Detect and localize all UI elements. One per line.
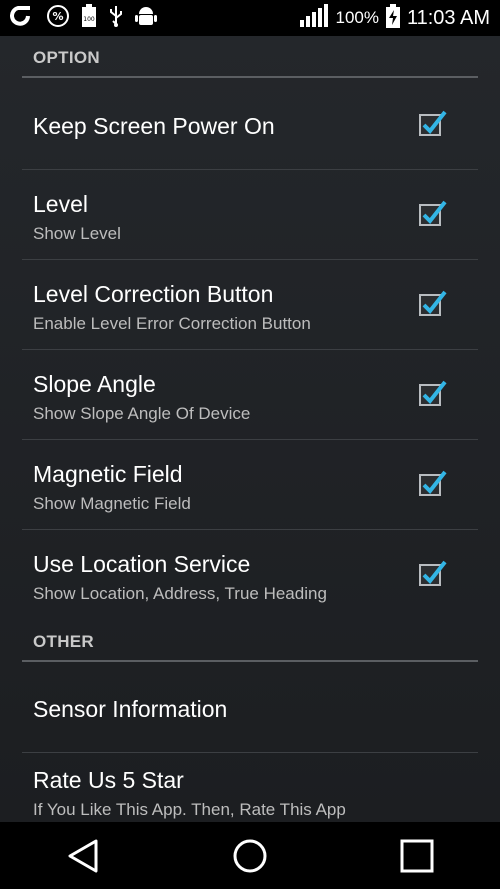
- check-icon: [422, 380, 447, 405]
- svg-text:%: %: [52, 10, 63, 23]
- checkbox-level[interactable]: [419, 200, 447, 226]
- recents-button[interactable]: [387, 826, 447, 886]
- setting-subtitle: Show Magnetic Field: [33, 494, 191, 513]
- o-app-icon: [10, 4, 36, 33]
- checkbox-location-service[interactable]: [419, 560, 447, 586]
- setting-keep-screen-on[interactable]: Keep Screen Power On: [0, 80, 500, 170]
- recents-icon: [400, 839, 434, 872]
- setting-subtitle: Show Location, Address, True Heading: [33, 584, 327, 603]
- usb-icon: [108, 4, 124, 33]
- setting-subtitle: Enable Level Error Correction Button: [33, 314, 311, 333]
- checkbox-level-correction[interactable]: [419, 290, 447, 316]
- signal-icon: [299, 3, 329, 33]
- setting-rate-us[interactable]: Rate Us 5 Star If You Like This App. The…: [0, 753, 500, 822]
- check-icon: [422, 200, 447, 225]
- setting-title: Keep Screen Power On: [33, 113, 275, 139]
- setting-subtitle: If You Like This App. Then, Rate This Ap…: [33, 800, 346, 819]
- settings-list[interactable]: OPTION Keep Screen Power On Level Show L…: [0, 36, 500, 822]
- setting-level[interactable]: Level Show Level: [0, 170, 500, 260]
- check-icon: [422, 110, 447, 135]
- setting-title: Rate Us 5 Star: [33, 767, 184, 793]
- setting-title: Slope Angle: [33, 371, 156, 397]
- section-header-other: OTHER: [33, 632, 94, 651]
- battery-percent: 100%: [335, 8, 379, 27]
- battery-charging-icon: [385, 3, 401, 34]
- check-icon: [422, 560, 447, 585]
- setting-title: Magnetic Field: [33, 461, 183, 487]
- system-icons: 100% 11:03 AM: [299, 3, 490, 34]
- home-icon: [233, 839, 267, 872]
- setting-use-location-service[interactable]: Use Location Service Show Location, Addr…: [0, 530, 500, 620]
- back-button[interactable]: [53, 826, 113, 886]
- status-bar: % 100 100% 11:03 AM: [0, 0, 500, 36]
- setting-level-correction-button[interactable]: Level Correction Button Enable Level Err…: [0, 260, 500, 350]
- setting-magnetic-field[interactable]: Magnetic Field Show Magnetic Field: [0, 440, 500, 530]
- setting-sensor-information[interactable]: Sensor Information: [0, 662, 500, 752]
- home-button[interactable]: [220, 826, 280, 886]
- setting-title: Sensor Information: [33, 696, 228, 722]
- back-icon: [68, 839, 98, 872]
- percent-icon: %: [46, 4, 70, 33]
- checkbox-magnetic-field[interactable]: [419, 470, 447, 496]
- setting-title: Level: [33, 191, 88, 217]
- section-rule: [22, 76, 478, 78]
- setting-subtitle: Show Level: [33, 224, 121, 243]
- svg-text:100: 100: [83, 16, 95, 23]
- setting-title: Use Location Service: [33, 551, 251, 577]
- clock: 11:03 AM: [406, 6, 490, 29]
- navigation-bar: [0, 822, 500, 889]
- checkbox-keep-screen-on[interactable]: [419, 110, 447, 136]
- battery-100-icon: 100: [80, 3, 98, 34]
- checkbox-slope-angle[interactable]: [419, 380, 447, 406]
- notification-icons: % 100: [10, 3, 158, 34]
- check-icon: [422, 290, 447, 315]
- check-icon: [422, 470, 447, 495]
- setting-title: Level Correction Button: [33, 281, 274, 307]
- setting-slope-angle[interactable]: Slope Angle Show Slope Angle Of Device: [0, 350, 500, 440]
- setting-subtitle: Show Slope Angle Of Device: [33, 404, 251, 423]
- section-other: OTHER: [0, 620, 500, 660]
- section-header-option: OPTION: [33, 48, 100, 67]
- android-debug-icon: [134, 4, 158, 33]
